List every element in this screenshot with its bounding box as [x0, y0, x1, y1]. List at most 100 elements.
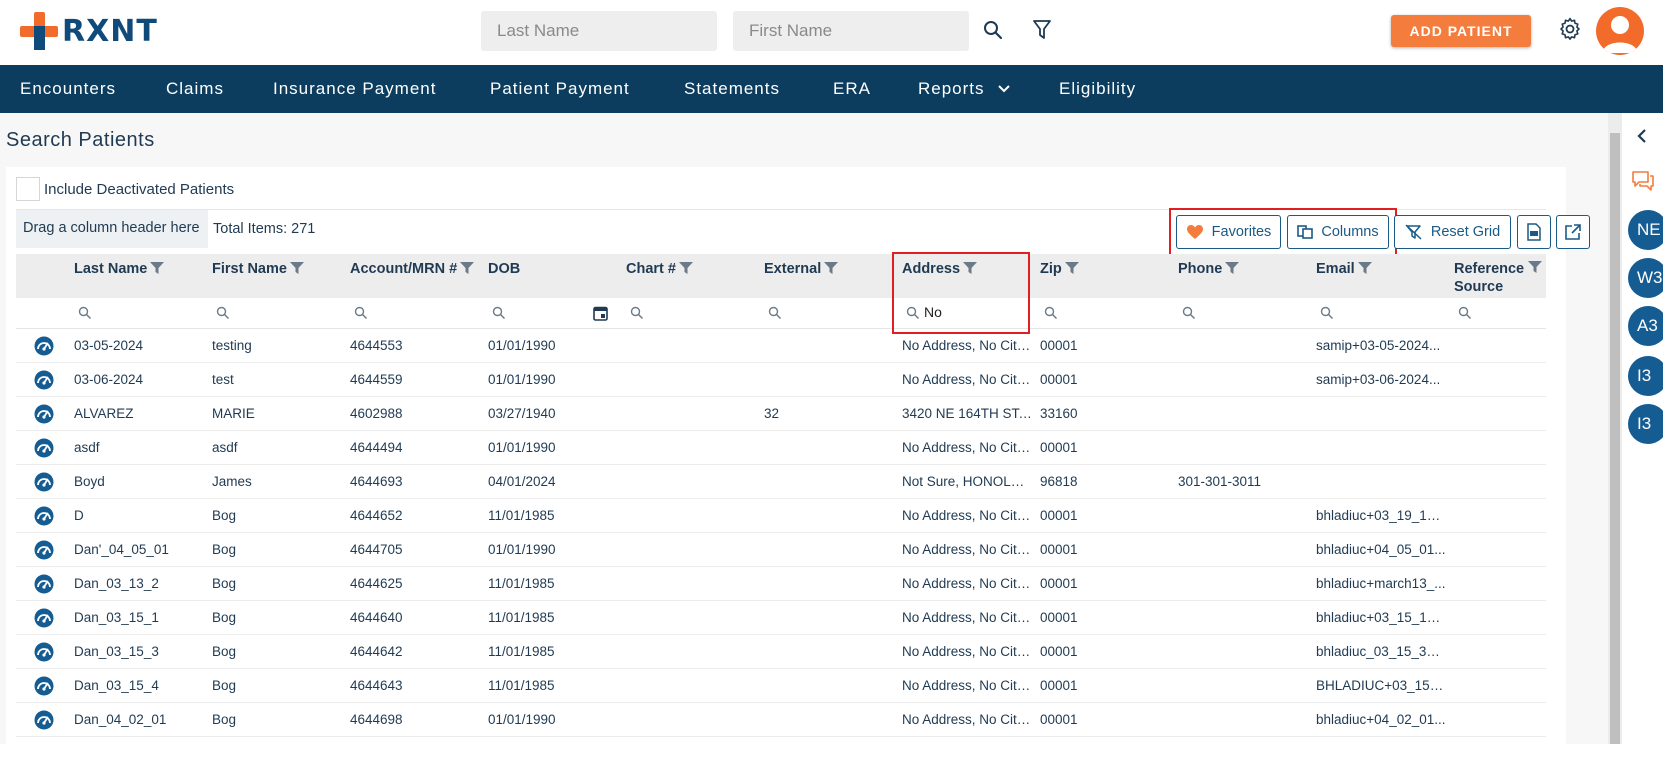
column-filter-icon[interactable]: [963, 261, 978, 275]
nav-era[interactable]: ERA: [833, 79, 871, 99]
column-filter-icon[interactable]: [824, 261, 839, 275]
column-filter-icon[interactable]: [1064, 261, 1079, 275]
dashboard-gauge-icon[interactable]: [34, 608, 54, 628]
column-filter-icon[interactable]: [150, 261, 165, 275]
dashboard-gauge-icon[interactable]: [34, 506, 54, 526]
table-row[interactable]: 03-05-2024 testing 4644553 01/01/1990 No Add…: [16, 329, 1546, 363]
cell-first-name: test: [212, 372, 234, 387]
column-filter-icon[interactable]: [1357, 261, 1372, 275]
cell-last-name: Dan_03_15_1: [74, 610, 159, 625]
dashboard-gauge-icon[interactable]: [34, 574, 54, 594]
col-address[interactable]: Address: [902, 260, 978, 278]
table-row[interactable]: Dan_03_15_1 Bog 4644640 11/01/1985 No Addres…: [16, 601, 1546, 635]
search-icon[interactable]: [216, 306, 230, 320]
user-badge[interactable]: I3: [1628, 404, 1663, 444]
dashboard-gauge-icon[interactable]: [34, 710, 54, 730]
nav-reports[interactable]: Reports: [918, 79, 1010, 99]
nav-patient-payment[interactable]: Patient Payment: [490, 79, 630, 99]
search-icon[interactable]: [1320, 306, 1334, 320]
user-badge[interactable]: I3: [1628, 356, 1663, 396]
cell-first-name: testing: [212, 338, 252, 353]
dashboard-gauge-icon[interactable]: [34, 472, 54, 492]
table-row[interactable]: 03-06-2024 test 4644559 01/01/1990 No Addres…: [16, 363, 1546, 397]
table-row[interactable]: Dan_03_15_4 Bog 4644643 11/01/1985 No Addres…: [16, 669, 1546, 703]
column-filter-icon[interactable]: [678, 261, 693, 275]
nav-insurance-payment[interactable]: Insurance Payment: [273, 79, 436, 99]
column-filter-icon[interactable]: [460, 261, 475, 275]
dashboard-gauge-icon[interactable]: [34, 642, 54, 662]
first-name-search-input[interactable]: [733, 11, 969, 51]
gear-icon[interactable]: [1558, 17, 1582, 41]
cell-zip: 00001: [1040, 576, 1078, 591]
include-deactivated-checkbox[interactable]: [16, 177, 40, 201]
col-account-mrn[interactable]: Account/MRN #: [350, 260, 475, 278]
chat-icon[interactable]: [1631, 170, 1655, 192]
scrollbar-thumb[interactable]: [1610, 133, 1620, 744]
user-avatar[interactable]: [1596, 7, 1644, 55]
search-icon[interactable]: [1458, 306, 1472, 320]
col-external[interactable]: External: [764, 260, 839, 278]
column-filter-icon[interactable]: [1528, 260, 1542, 274]
dashboard-gauge-icon[interactable]: [34, 336, 54, 356]
nav-statements[interactable]: Statements: [684, 79, 780, 99]
group-drop-area[interactable]: Drag a column header here: [16, 210, 208, 248]
column-filter-icon[interactable]: [289, 261, 304, 275]
table-row[interactable]: Boyd James 4644693 04/01/2024 Not Sure, HONO…: [16, 465, 1546, 499]
table-row[interactable]: asdf asdf 4644494 01/01/1990 No Address, No …: [16, 431, 1546, 465]
table-row[interactable]: Dan'_04_05_01 Bog 4644705 01/01/1990 No Addr…: [16, 533, 1546, 567]
user-badge[interactable]: A3: [1628, 306, 1663, 346]
cell-zip: 00001: [1040, 338, 1078, 353]
nav-claims[interactable]: Claims: [166, 79, 224, 99]
cell-account-mrn: 4644494: [350, 440, 403, 455]
search-icon[interactable]: [630, 306, 644, 320]
last-name-search-input[interactable]: [481, 11, 717, 51]
search-icon[interactable]: [492, 306, 506, 320]
calendar-icon[interactable]: [593, 305, 608, 321]
cell-zip: 00001: [1040, 508, 1078, 523]
table-row[interactable]: D Bog 4644652 11/01/1985 No Address, No City…: [16, 499, 1546, 533]
col-email-label: Email: [1316, 261, 1355, 277]
export-button[interactable]: [1556, 215, 1590, 249]
nav-eligibility[interactable]: Eligibility: [1059, 79, 1136, 99]
chevron-left-icon[interactable]: [1636, 128, 1648, 144]
col-email[interactable]: Email: [1316, 260, 1372, 278]
search-icon[interactable]: [354, 306, 368, 320]
filter-icon[interactable]: [1030, 18, 1054, 42]
search-icon[interactable]: [768, 306, 782, 320]
cell-zip: 00001: [1040, 712, 1078, 727]
user-badge[interactable]: NE: [1628, 210, 1663, 250]
cell-dob: 01/01/1990: [488, 372, 556, 387]
rxnt-logo[interactable]: RXNT: [20, 12, 158, 50]
col-chart[interactable]: Chart #: [626, 260, 693, 278]
reset-grid-button[interactable]: Reset Grid: [1394, 215, 1511, 249]
table-row[interactable]: Dan_03_15_3 Bog 4644642 11/01/1985 No Addres…: [16, 635, 1546, 669]
export-pdf-button[interactable]: [1517, 215, 1551, 249]
dashboard-gauge-icon[interactable]: [34, 370, 54, 390]
dashboard-gauge-icon[interactable]: [34, 404, 54, 424]
col-last-name[interactable]: Last Name: [74, 260, 165, 278]
cell-email: samip+03-06-2024...: [1316, 372, 1441, 387]
dashboard-gauge-icon[interactable]: [34, 676, 54, 696]
search-icon[interactable]: [1044, 306, 1058, 320]
col-first-name[interactable]: First Name: [212, 260, 304, 278]
columns-button[interactable]: Columns: [1287, 215, 1389, 249]
dashboard-gauge-icon[interactable]: [34, 540, 54, 560]
dashboard-gauge-icon[interactable]: [34, 438, 54, 458]
search-icon[interactable]: [1182, 306, 1196, 320]
user-badge[interactable]: W3: [1628, 258, 1663, 298]
search-icon[interactable]: [981, 18, 1005, 42]
nav-encounters[interactable]: Encounters: [20, 79, 116, 99]
table-row[interactable]: Dan_04_02_01 Bog 4644698 01/01/1990 No Addre…: [16, 703, 1546, 737]
col-phone[interactable]: Phone: [1178, 260, 1240, 278]
table-row[interactable]: Dan_03_13_2 Bog 4644625 11/01/1985 No Addres…: [16, 567, 1546, 601]
col-zip[interactable]: Zip: [1040, 260, 1079, 278]
favorites-button[interactable]: Favorites: [1176, 215, 1281, 249]
search-icon[interactable]: [906, 306, 920, 320]
add-patient-button[interactable]: ADD PATIENT: [1391, 15, 1531, 47]
address-filter-input[interactable]: No: [924, 304, 942, 320]
search-icon[interactable]: [78, 306, 92, 320]
column-filter-icon[interactable]: [1225, 261, 1240, 275]
table-row[interactable]: ALVAREZ MARIE 4602988 03/27/1940 32 3420 NE 1…: [16, 397, 1546, 431]
col-dob[interactable]: DOB: [488, 260, 520, 278]
col-reference-source[interactable]: Reference Source: [1454, 260, 1534, 296]
